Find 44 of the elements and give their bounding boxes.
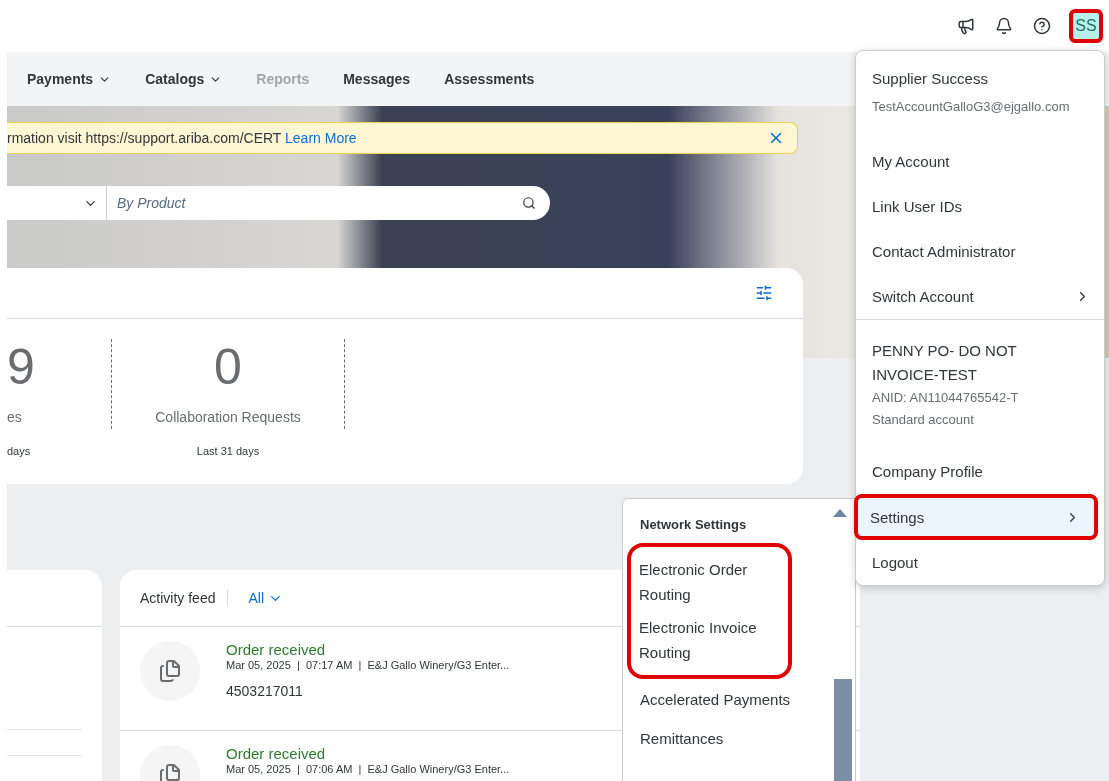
submenu-item[interactable]: Electronic Invoice Routing (631, 611, 783, 669)
activity-event[interactable]: Order received (226, 745, 510, 763)
stat-label: Collaboration Requests (155, 409, 301, 425)
activity-meta: Mar 05, 2025 | 07:06 AM | E&J Gallo Winery/G3 Enter... (226, 763, 510, 775)
nav-tab[interactable]: Assessments (444, 71, 535, 87)
nav-tab[interactable]: Payments (27, 71, 112, 87)
banner-text: rmation visit https://support.ariba.com/CERT Learn More (7, 130, 357, 146)
stat-value: 9 (7, 339, 35, 395)
scroll-up-icon[interactable] (833, 509, 847, 517)
submenu-item[interactable]: Remittances (632, 722, 822, 755)
account-type: Standard account (872, 411, 975, 429)
stat-label: es (7, 409, 22, 425)
stat-period: days (7, 445, 31, 457)
stat-period: Last 31 days (196, 445, 260, 457)
menu-item[interactable]: Company Profile (856, 449, 1104, 494)
order-number: 4503217011 (226, 683, 304, 699)
menu-item[interactable]: My Account (856, 139, 1104, 184)
user-email: TestAccountGalloG3@ejgallo.com (872, 98, 1071, 116)
scrollbar-thumb[interactable] (834, 679, 852, 781)
activity-title: Activity feed (140, 590, 216, 606)
account-name: PENNY PO- DO NOT INVOICE-TEST (872, 341, 1018, 385)
submenu-heading: Network Settings (640, 516, 747, 534)
search-input[interactable]: By Product (107, 194, 522, 212)
menu-item[interactable]: Settings (854, 494, 1098, 540)
user-name: Supplier Success (872, 69, 989, 89)
menu-item[interactable]: Contact Administrator (856, 229, 1104, 274)
activity-event[interactable]: Order received (226, 641, 510, 659)
submenu-item[interactable]: Accelerated Payments (632, 683, 822, 716)
search-field[interactable]: By Product (7, 186, 550, 220)
filter-icon[interactable] (755, 284, 773, 302)
nav-tab[interactable]: Messages (343, 71, 411, 87)
stat-value: 0 (214, 339, 242, 395)
activity-filter[interactable]: All (240, 590, 284, 606)
search-icon[interactable] (522, 196, 536, 210)
help-icon[interactable] (1031, 15, 1053, 37)
menu-item[interactable]: Link User IDs (856, 184, 1104, 229)
menu-item[interactable]: Switch Account (856, 274, 1104, 319)
activity-meta: Mar 05, 2025 | 07:17 AM | E&J Gallo Winery/G3 Enter... (226, 659, 510, 671)
submenu-item[interactable]: Electronic Order Routing (631, 553, 783, 611)
learn-more-link[interactable]: Learn More (285, 130, 357, 146)
menu-item[interactable]: Logout (856, 540, 1104, 585)
account-id: ANID: AN11044765542-T (872, 389, 1020, 407)
nav-tab[interactable]: Catalogs (145, 71, 223, 87)
user-avatar[interactable]: SS (1069, 9, 1103, 43)
